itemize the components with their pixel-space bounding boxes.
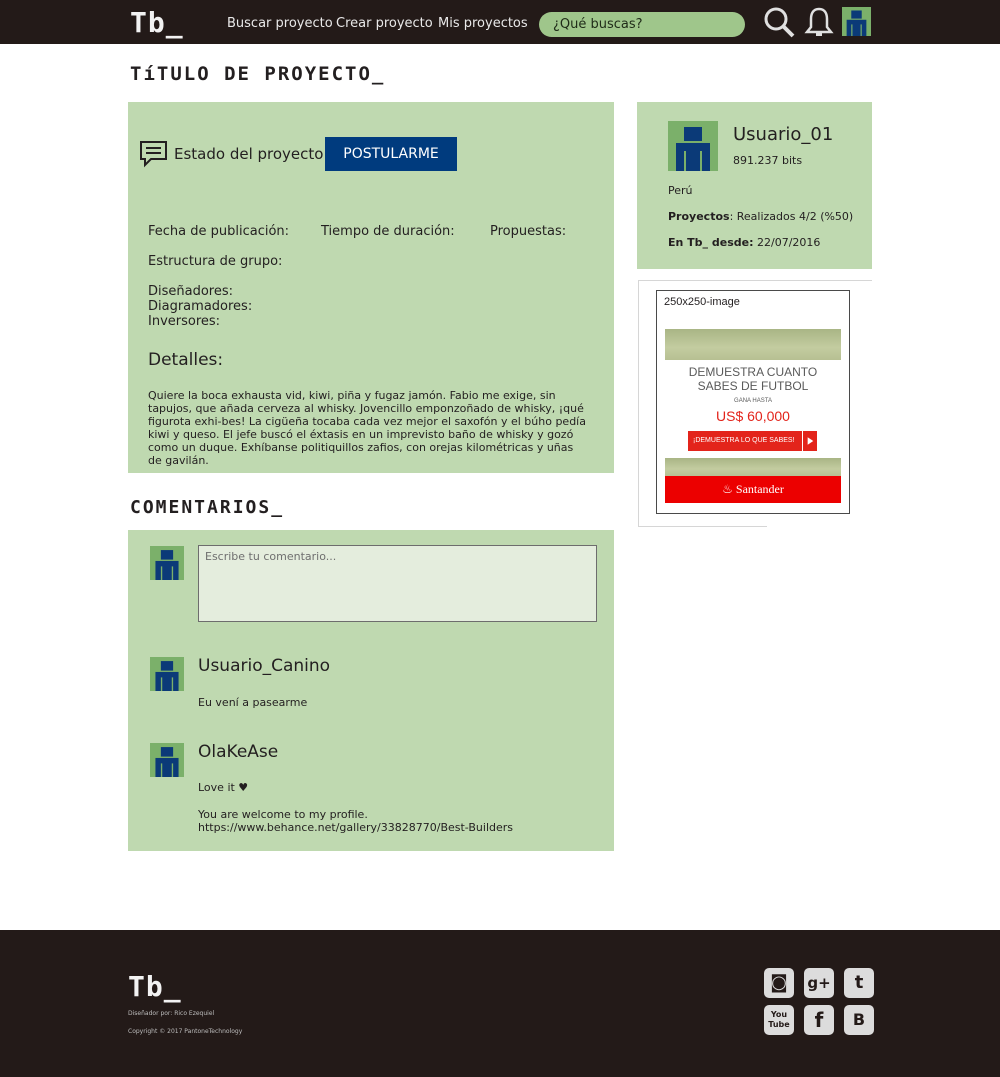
ad-brand-label: Santander	[735, 482, 784, 496]
user-country: Perú	[668, 184, 693, 197]
comment-author[interactable]: OlaKeAse	[198, 742, 278, 762]
comment-avatar[interactable]	[150, 657, 184, 691]
comment-bubble-icon	[140, 141, 167, 168]
field-published: Fecha de publicación:	[148, 224, 290, 239]
user-projects: Proyectos: Realizados 4/2 (%50)	[668, 210, 853, 223]
ad-pitch-image-bottom	[665, 458, 841, 476]
search-input[interactable]	[539, 12, 745, 37]
ad-cta-label: ¡DEMUESTRA LO QUE SABES!	[693, 437, 795, 444]
user-since-value: 22/07/2016	[753, 236, 821, 249]
nav-crear-proyecto[interactable]: Crear proyecto	[336, 16, 433, 31]
user-avatar[interactable]	[668, 121, 718, 171]
user-bits: 891.237 bits	[733, 154, 803, 167]
ad-size-label: 250x250-image	[664, 296, 740, 308]
search-icon[interactable]	[763, 6, 795, 38]
twitter-icon[interactable]: t	[844, 968, 874, 998]
ad-headline-line-1: DEMUESTRA CUANTO	[688, 365, 818, 379]
nav-mis-proyectos[interactable]: Mis proyectos	[438, 16, 528, 31]
footer-logo[interactable]: Tb_	[128, 970, 182, 1003]
project-status-label: Estado del proyecto	[174, 145, 324, 163]
project-panel: Estado del proyecto POSTULARME Fecha de …	[128, 102, 614, 473]
site-logo[interactable]: Tb_	[130, 6, 184, 39]
ad-banner[interactable]: 250x250-image DEMUESTRA CUANTO SABES DE …	[656, 290, 850, 514]
field-investors: Inversores:	[148, 314, 221, 329]
page-title: TíTULO DE PROYECTO_	[130, 63, 386, 85]
youtube-icon[interactable]: You Tube	[764, 1005, 794, 1035]
ad-small-text: GANA HASTA	[734, 398, 772, 404]
field-designers: Diseñadores:	[148, 284, 234, 299]
comment-input[interactable]	[198, 545, 597, 622]
comment-text: You are welcome to my profile.	[198, 808, 368, 821]
google-plus-icon[interactable]: g+	[804, 968, 834, 998]
field-layout-designers: Diagramadores:	[148, 299, 253, 314]
field-group-structure: Estructura de grupo:	[148, 254, 283, 269]
user-since: En Tb_ desde: 22/07/2016	[668, 236, 820, 249]
play-arrow-icon	[802, 431, 814, 451]
user-projects-label: Proyectos	[668, 210, 730, 223]
comment-text: Love it ♥	[198, 781, 249, 794]
nav-buscar-proyecto[interactable]: Buscar proyecto	[227, 16, 333, 31]
footer: Tb_ Diseñador por: Rico Ezequiel Copyrig…	[0, 930, 1000, 1077]
details-text: Quiere la boca exhausta vid, kiwi, piña …	[148, 389, 586, 467]
comment-avatar[interactable]	[150, 743, 184, 777]
comments-title: COMENTARIOS_	[130, 497, 285, 518]
ad-amount: US$ 60,000	[716, 408, 790, 424]
comment-author[interactable]: Usuario_Canino	[198, 656, 330, 676]
footer-designer: Diseñador por: Rico Ezequiel	[128, 1010, 215, 1017]
ad-headline: DEMUESTRA CUANTO SABES DE FUTBOL	[665, 365, 841, 393]
current-user-avatar	[150, 546, 184, 580]
comment-text: Eu vení a pasearme	[198, 696, 308, 709]
comment-link[interactable]: https://www.behance.net/gallery/33828770…	[198, 821, 513, 834]
user-since-label: En Tb_ desde:	[668, 236, 754, 249]
ad-headline-line-2: SABES DE FUTBOL	[697, 379, 809, 393]
blogger-icon[interactable]: B	[844, 1005, 874, 1035]
header-avatar[interactable]	[842, 7, 871, 36]
user-name[interactable]: Usuario_01	[733, 124, 833, 145]
comments-panel: Usuario_Canino Eu vení a pasearme OlaKeA…	[128, 530, 614, 851]
facebook-icon[interactable]: f	[804, 1005, 834, 1035]
top-navbar: Tb_ Buscar proyecto Crear proyecto Mis p…	[0, 0, 1000, 44]
footer-copyright: Copyright © 2017 PantoneTechnology	[128, 1028, 243, 1035]
field-duration: Tiempo de duración:	[321, 224, 455, 239]
field-proposals: Propuestas:	[490, 224, 567, 239]
user-projects-value: : Realizados 4/2 (%50)	[729, 210, 854, 223]
ad-pitch-image	[665, 329, 841, 360]
user-card: Usuario_01 891.237 bits Perú Proyectos: …	[637, 102, 872, 269]
details-title: Detalles:	[148, 350, 224, 370]
bell-icon[interactable]	[803, 6, 835, 38]
ad-frame-gap	[767, 523, 877, 529]
ad-cta-button[interactable]: ¡DEMUESTRA LO QUE SABES!	[688, 431, 817, 451]
flame-logo-icon: ♨	[722, 482, 736, 496]
instagram-icon[interactable]: ◙	[764, 968, 794, 998]
apply-button[interactable]: POSTULARME	[325, 137, 457, 171]
ad-brand: ♨ Santander	[665, 476, 841, 503]
